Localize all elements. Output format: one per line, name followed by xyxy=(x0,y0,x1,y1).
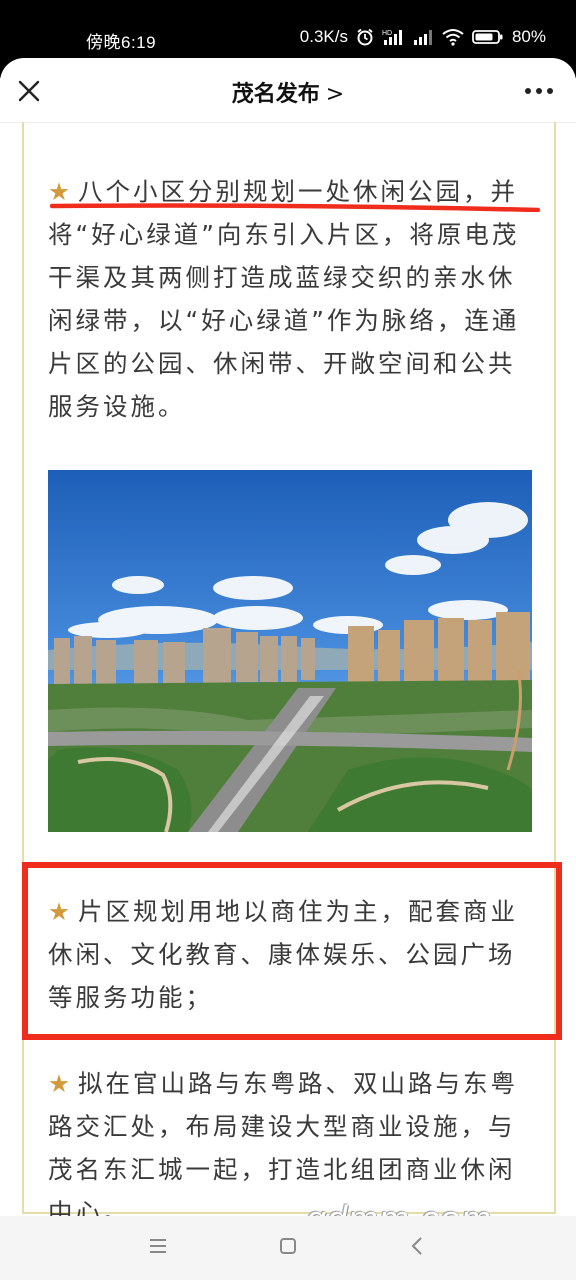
home-icon[interactable] xyxy=(278,1236,298,1256)
page-title: 茂名发布 > xyxy=(0,76,576,108)
account-title-link[interactable]: 茂名发布 > xyxy=(0,58,576,122)
network-speed: 0.3K/s xyxy=(299,27,348,46)
system-nav-bar xyxy=(0,1216,576,1280)
wifi-icon xyxy=(442,29,464,46)
menu-icon[interactable] xyxy=(148,1236,168,1256)
red-underline-annotation xyxy=(50,203,540,212)
chevron-right-icon: > xyxy=(325,82,345,107)
aerial-city-photo[interactable] xyxy=(48,470,532,832)
status-right-cluster: 0.3K/s HD 80% xyxy=(300,27,546,47)
hd-signal-icon: HD xyxy=(382,30,402,45)
article-body: ★ 八个小区分别规划一处休闲公园，并将“好心绿道”向东引入片区，将原电茂干渠及其两… xyxy=(22,122,556,1227)
paragraph-text: 八个小区分别规划一处休闲公园，并将“好心绿道”向东引入片区，将原电茂干渠及其两侧… xyxy=(48,177,520,421)
status-time: 傍晚6:19 xyxy=(86,33,157,52)
red-box-annotation xyxy=(22,862,562,1040)
nav-bar: 茂名发布 > xyxy=(0,58,576,123)
account-name: 茂名发布 xyxy=(231,82,320,107)
svg-text:HD: HD xyxy=(382,30,392,37)
signal-icon xyxy=(413,30,432,45)
alarm-icon xyxy=(357,28,373,46)
more-icon[interactable] xyxy=(524,87,554,95)
battery-percent: 80% xyxy=(511,27,546,46)
back-icon[interactable] xyxy=(408,1236,428,1256)
battery-icon xyxy=(472,30,503,44)
star-icon: ★ xyxy=(48,1069,70,1098)
